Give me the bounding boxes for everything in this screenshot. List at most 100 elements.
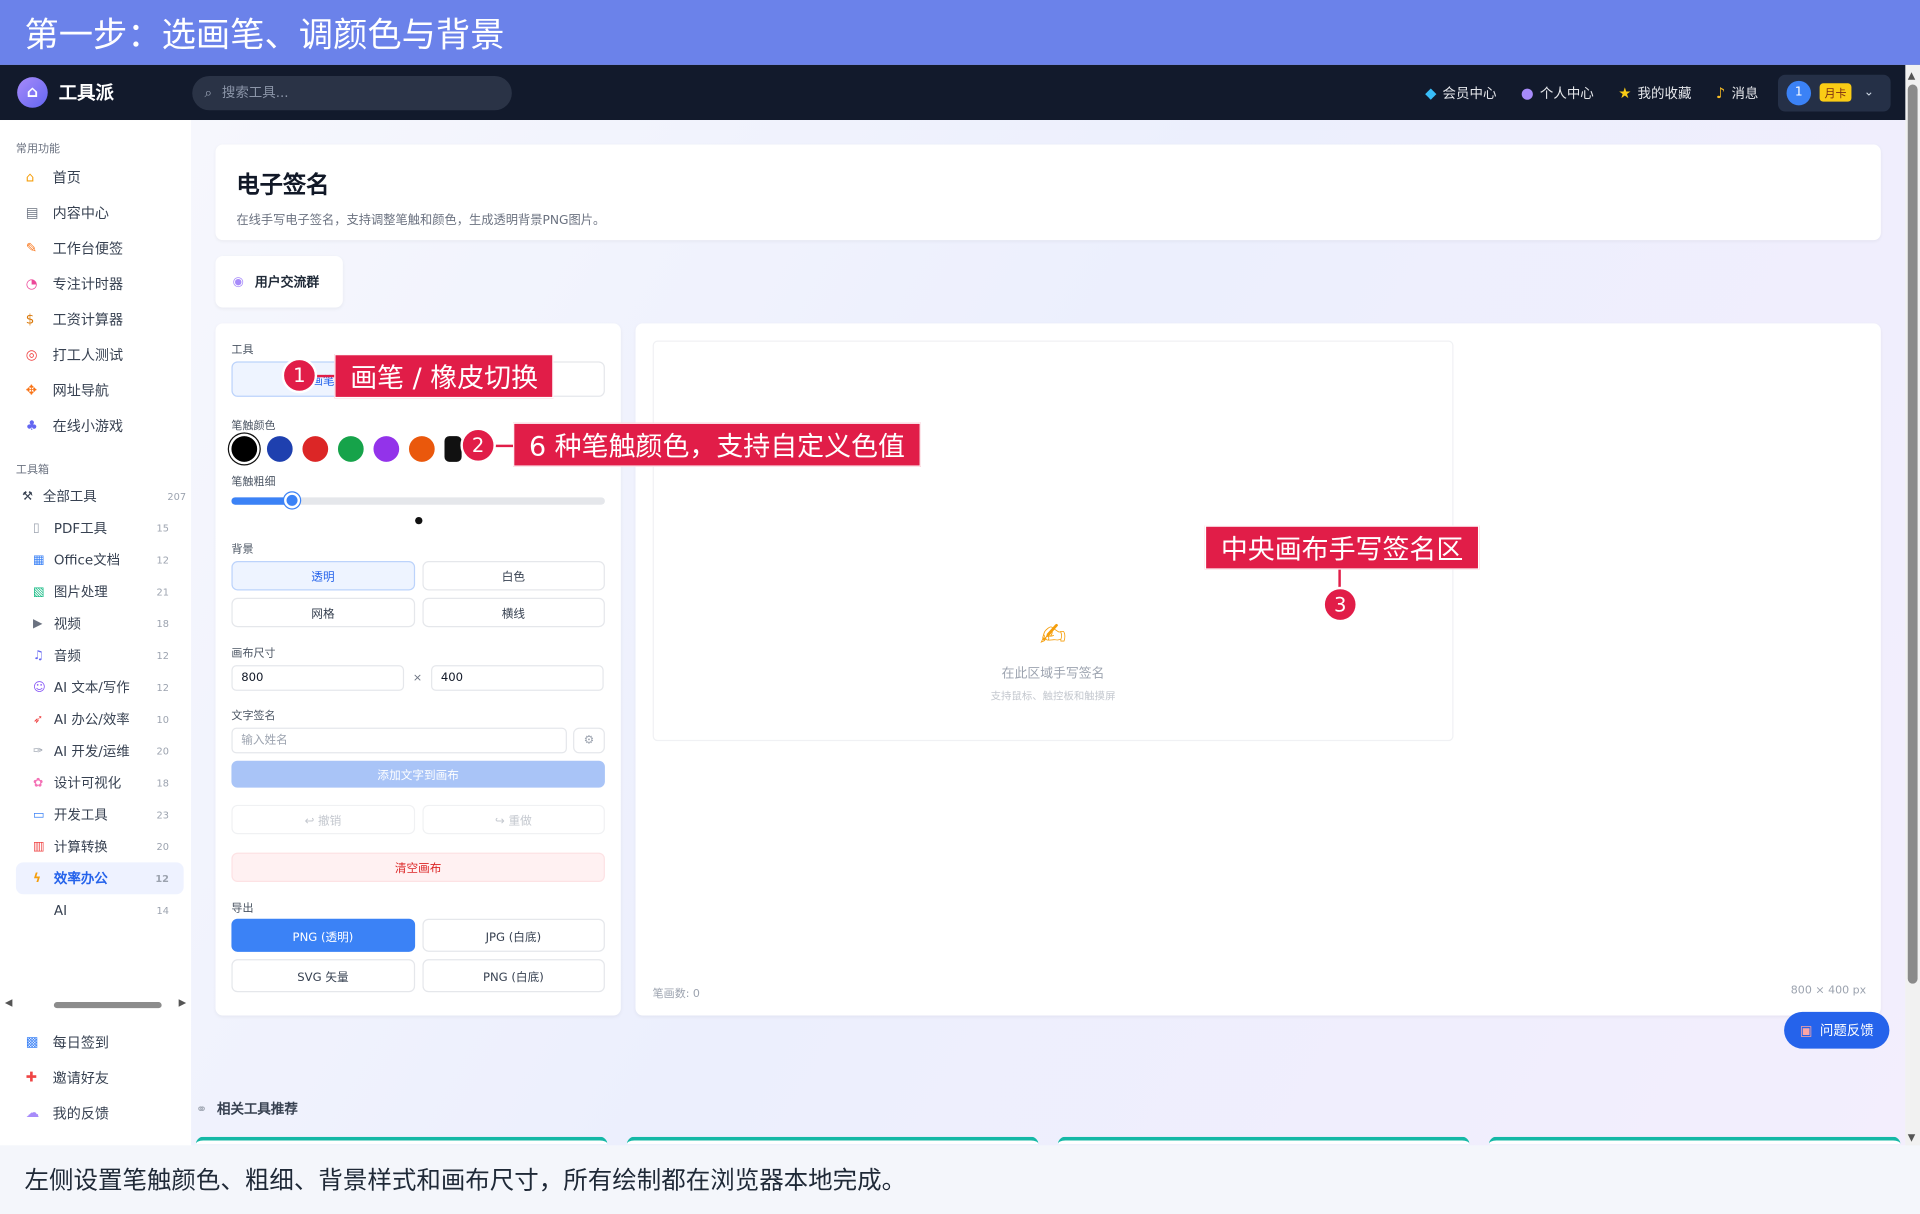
sidebar-item-all-tools[interactable]: ⚒ 全部工具 207 — [0, 480, 191, 512]
sidebar-item-label: 工作台便签 — [52, 239, 124, 257]
sidebar-item-wrench[interactable]: ✑ AI 开发/运维 20 — [0, 735, 191, 767]
color-swatch[interactable] — [408, 436, 435, 462]
nav-messages[interactable]: ♪ 消息 — [1716, 83, 1758, 103]
target-icon: ◎ — [25, 346, 38, 363]
scrollbar-thumb[interactable] — [53, 1002, 162, 1009]
home-icon: ⌂ — [25, 169, 35, 185]
sidebar-item-label: 首页 — [52, 168, 81, 186]
scroll-left-icon[interactable]: ◀ — [5, 997, 13, 1008]
undo-button[interactable]: ↩ 撤销 — [231, 804, 415, 835]
scrollbar-thumb[interactable] — [1907, 84, 1918, 984]
bg-transparent-button[interactable]: 透明 — [231, 561, 415, 591]
sidebar-item-ai[interactable]: AI 14 — [0, 894, 191, 926]
export-svg-button[interactable]: SVG 矢量 — [231, 959, 415, 993]
slider-handle[interactable] — [283, 492, 300, 509]
export-jpg-white-button[interactable]: JPG (白底) — [421, 918, 605, 952]
bg-grid-button[interactable]: 网格 — [231, 597, 415, 628]
newspaper-icon: ▤ — [25, 204, 39, 221]
sidebar-item-label: 我的反馈 — [52, 1104, 109, 1122]
membership-badge: 月卡 — [1819, 83, 1852, 102]
sidebar-item-palette[interactable]: ✿ 设计可视化 18 — [0, 767, 191, 799]
canvas-hint-subtitle: 支持鼠标、触控板和触摸屏 — [990, 690, 1116, 704]
scroll-right-icon[interactable]: ▶ — [179, 997, 187, 1008]
abacus-icon: ▥ — [33, 839, 45, 854]
sidebar-item-target[interactable]: ◎ 打工人测试 — [0, 337, 191, 373]
sidebar-item-count: 14 — [156, 904, 169, 916]
bg-lines-button[interactable]: 横线 — [421, 597, 605, 628]
community-group-button[interactable]: ◉ 用户交流群 — [215, 256, 343, 308]
sidebar-item-gamepad[interactable]: ♣ 在线小游戏 — [0, 408, 191, 444]
sidebar-item-music[interactable]: ♫ 音频 12 — [0, 639, 191, 671]
sidebar-item-memo[interactable]: ✎ 工作台便签 — [0, 230, 191, 266]
nav-favorites[interactable]: ★ 我的收藏 — [1618, 83, 1691, 103]
sidebar-item-count: 20 — [156, 840, 169, 852]
sidebar-item-rocket[interactable]: ➶ AI 办公/效率 10 — [0, 703, 191, 735]
add-text-button[interactable]: 添加文字到画布 — [231, 760, 605, 788]
redo-button[interactable]: ↪ 重做 — [421, 804, 605, 835]
chat-icon: ☁ — [25, 1104, 40, 1121]
color-swatch[interactable] — [231, 436, 258, 462]
canvas-width-input[interactable] — [231, 665, 405, 691]
sidebar-item-image[interactable]: ▧ 图片处理 21 — [0, 576, 191, 608]
color-swatch[interactable] — [266, 436, 293, 462]
sidebar-item-calendar[interactable]: ▩ 每日签到 — [0, 1024, 191, 1060]
related-tool-card[interactable] — [195, 1136, 608, 1145]
office-icon: ▦ — [33, 553, 45, 567]
report-icon: ▣ — [1799, 1022, 1813, 1039]
step-caption-text: 左侧设置笔触颜色、粗细、背景样式和画布尺寸，所有绘制都在浏览器本地完成。 — [24, 1164, 907, 1195]
sidebar-item-newspaper[interactable]: ▤ 内容中心 — [0, 195, 191, 231]
step-banner: 第一步：选画笔、调颜色与背景 — [0, 0, 1920, 65]
sidebar-item-stopwatch[interactable]: ◔ 专注计时器 — [0, 266, 191, 302]
name-input[interactable] — [231, 727, 567, 754]
clear-canvas-button[interactable]: 清空画布 — [231, 852, 605, 882]
thickness-slider[interactable] — [231, 492, 605, 509]
sidebar-item-abacus[interactable]: ▥ 计算转换 20 — [0, 831, 191, 863]
lightning-icon: ϟ — [33, 871, 42, 886]
sidebar-item-chat[interactable]: ☁ 我的反馈 — [0, 1095, 191, 1131]
color-swatch[interactable] — [373, 436, 400, 462]
sidebar-item-pdf[interactable]: ▯ PDF工具 15 — [0, 512, 191, 544]
sidebar-item-lightning[interactable]: ϟ 效率办公 12 — [15, 862, 184, 895]
user-menu[interactable]: 1 月卡 ⌄ — [1777, 74, 1891, 111]
sidebar-item-laptop[interactable]: ▭ 开发工具 23 — [0, 799, 191, 831]
sidebar-item-compass[interactable]: ✥ 网址导航 — [0, 372, 191, 408]
tools-icon: ⚒ — [22, 489, 34, 503]
related-tool-card[interactable] — [626, 1136, 1039, 1145]
bg-white-button[interactable]: 白色 — [421, 561, 605, 591]
nav-favorites-label: 我的收藏 — [1637, 85, 1692, 102]
sidebar-item-gift[interactable]: ✚ 邀请好友 — [0, 1060, 191, 1096]
main-content: 电子签名 在线手写电子签名，支持调整笔触和颜色，生成透明背景PNG图片。 ◉ 用… — [191, 120, 1906, 1146]
sidebar-item-count: 12 — [156, 554, 169, 566]
sidebar-item-robot[interactable]: ☺ AI 文本/写作 12 — [0, 671, 191, 703]
scroll-up-icon[interactable]: ▲ — [1908, 70, 1916, 81]
nav-member-center[interactable]: ◆ 会员中心 — [1425, 83, 1496, 103]
step-caption: 左侧设置笔触颜色、粗细、背景样式和画布尺寸，所有绘制都在浏览器本地完成。 — [0, 1145, 1920, 1214]
nav-personal-center[interactable]: ● 个人中心 — [1521, 83, 1594, 103]
sidebar-item-home[interactable]: ⌂ 首页 — [0, 159, 191, 195]
text-style-gear-icon[interactable]: ⚙ — [573, 727, 605, 754]
color-swatch[interactable] — [337, 436, 364, 462]
export-png-white-button[interactable]: PNG (白底) — [421, 959, 605, 993]
sidebar-item-money-bag[interactable]: $ 工资计算器 — [0, 301, 191, 337]
export-png-transparent-button[interactable]: PNG (透明) — [231, 918, 415, 952]
related-tool-card[interactable] — [1488, 1136, 1901, 1145]
site-logo[interactable]: ⌂ 工具派 — [17, 77, 114, 108]
color-swatch[interactable] — [302, 436, 329, 462]
thickness-label: 笔触粗细 — [231, 476, 276, 489]
chat-bubble-icon: ◉ — [232, 274, 244, 290]
sidebar-item-label: 每日签到 — [52, 1033, 109, 1051]
sidebar-item-label: AI 办公/效率 — [53, 711, 130, 728]
sidebar-item-video[interactable]: ▶ 视频 18 — [0, 608, 191, 640]
related-tool-card[interactable] — [1057, 1136, 1470, 1145]
sidebar-item-count: 23 — [156, 809, 169, 821]
sidebar-item-office[interactable]: ▦ Office文档 12 — [0, 544, 191, 576]
search-box[interactable]: ⌕ — [192, 75, 512, 110]
canvas-height-input[interactable] — [431, 665, 604, 691]
feedback-button[interactable]: ▣ 问题反馈 — [1784, 1011, 1890, 1049]
scroll-down-icon[interactable]: ▼ — [1908, 1132, 1916, 1143]
page-vertical-scrollbar[interactable]: ▲ ▼ — [1905, 64, 1920, 1146]
rocket-icon: ➶ — [33, 712, 44, 726]
sidebar-horizontal-scrollbar[interactable]: ◀ ▶ — [5, 997, 187, 1010]
custom-color-picker[interactable] — [444, 436, 462, 462]
search-input[interactable] — [221, 84, 467, 101]
